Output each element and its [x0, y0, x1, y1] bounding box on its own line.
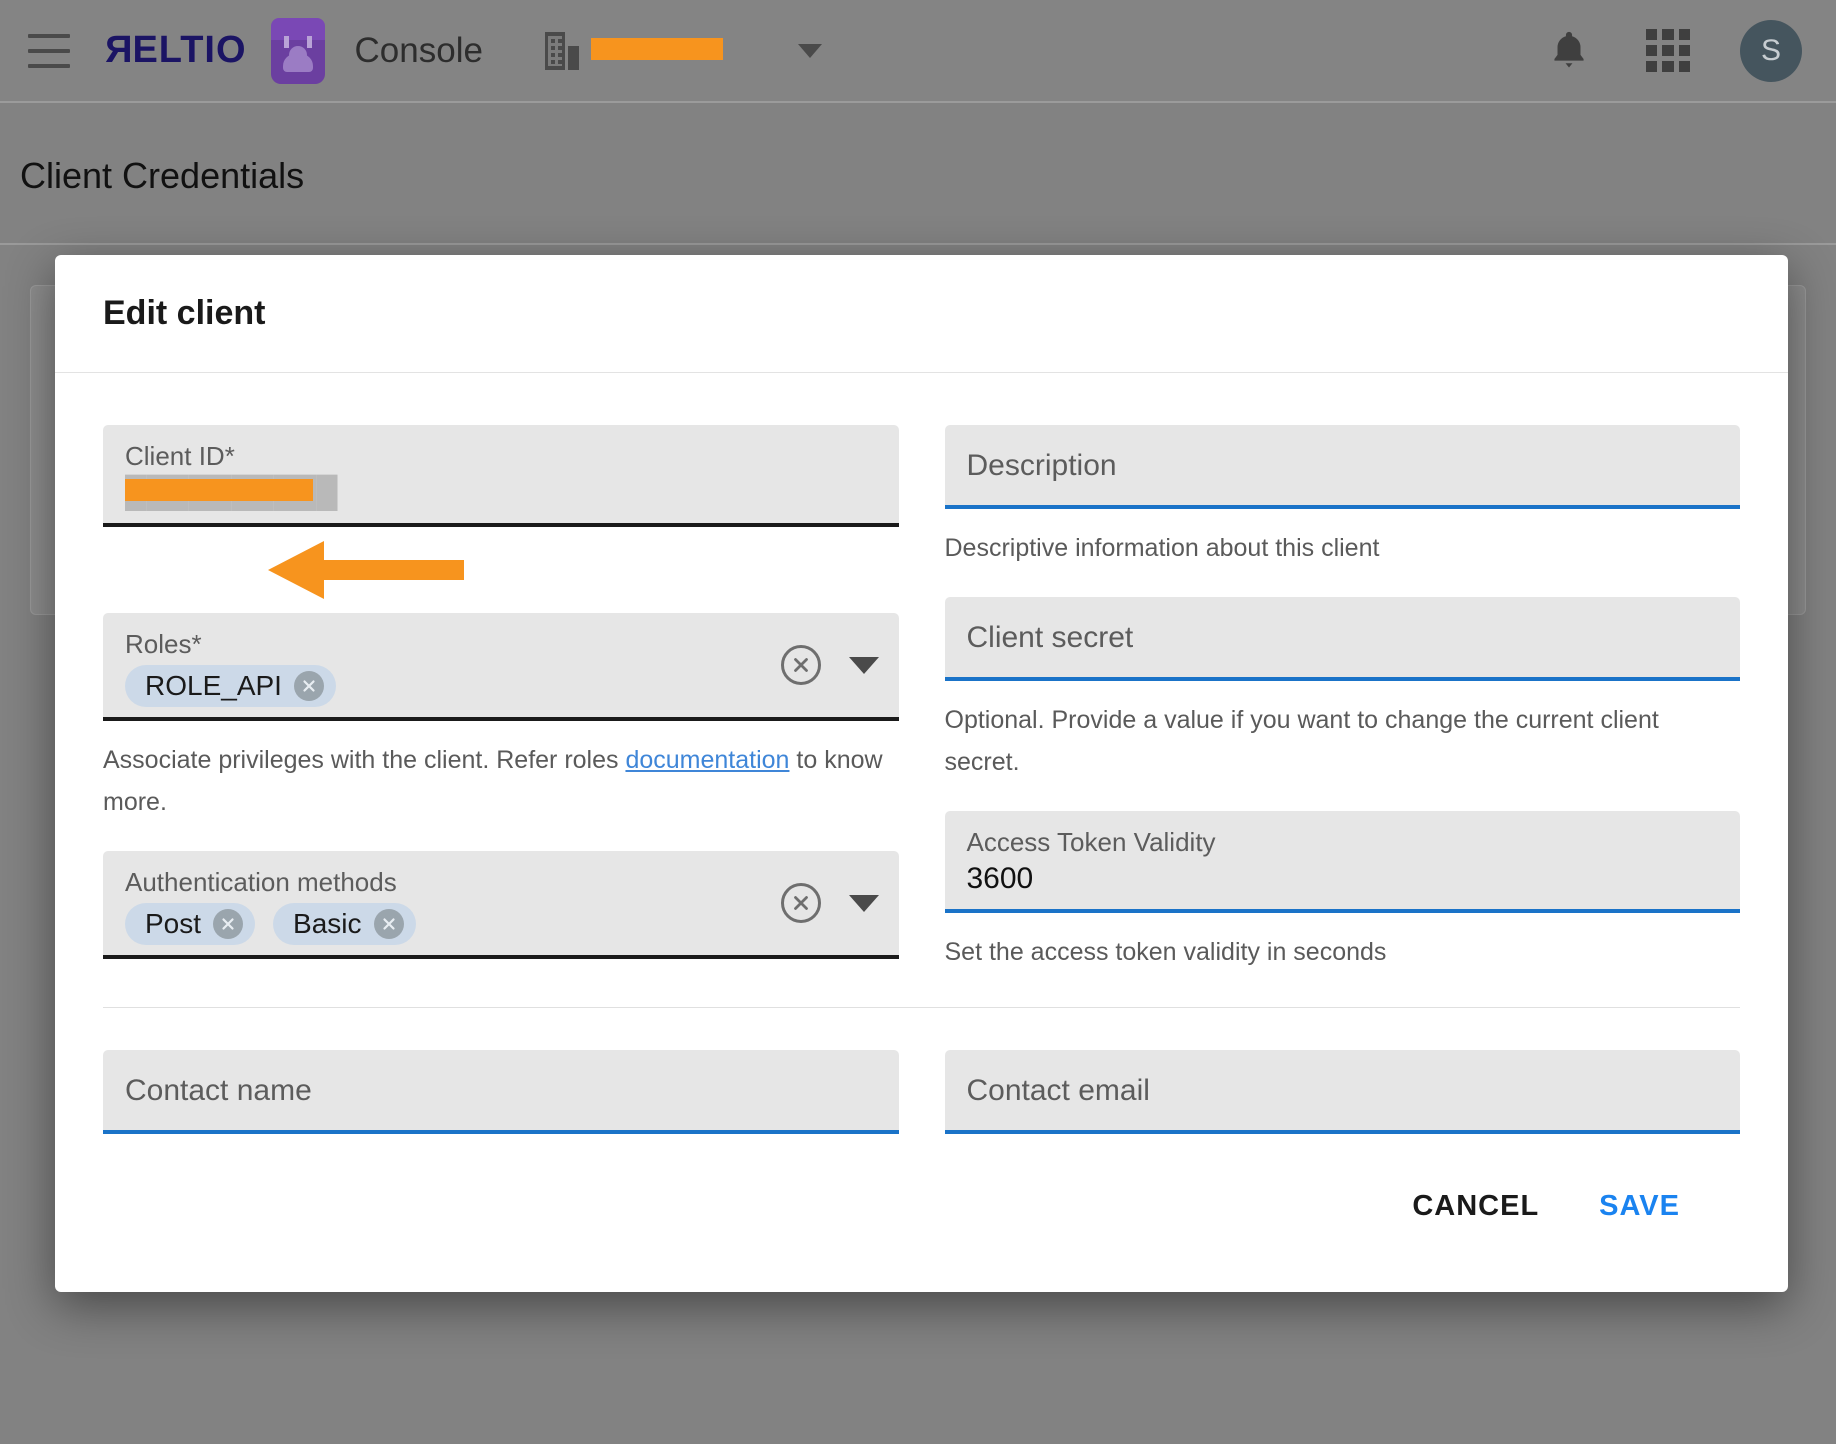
- auth-method-chip-label: Basic: [293, 908, 362, 939]
- client-id-input[interactable]: Client ID* ██████████: [103, 425, 899, 527]
- notifications-bell-icon[interactable]: [1546, 27, 1592, 75]
- tenant-redaction-bar: [590, 38, 723, 60]
- access-token-validity-helper-text: Set the access token validity in seconds: [944, 938, 1387, 966]
- roles-chip-label: ROLE_API: [145, 670, 282, 701]
- section-divider: [103, 1007, 1740, 1008]
- client-id-label: Client ID*: [125, 441, 235, 471]
- dropdown-triangle-icon[interactable]: [848, 656, 879, 674]
- clear-circle-x-icon[interactable]: [780, 645, 821, 685]
- roles-chip[interactable]: ROLE_API: [125, 665, 336, 707]
- cancel-button[interactable]: CANCEL: [1412, 1190, 1539, 1223]
- client-secret-placeholder: Client secret: [966, 621, 1134, 654]
- dialog-header: Edit client: [55, 255, 1788, 373]
- access-token-validity-value: 3600: [966, 862, 1034, 895]
- client-secret-input[interactable]: Client secret: [944, 597, 1740, 681]
- roles-helper-prefix: Associate privileges with the client. Re…: [103, 746, 626, 774]
- auth-method-chip[interactable]: Basic: [273, 903, 416, 945]
- client-id-value: ██████████: [125, 473, 877, 513]
- contact-name-placeholder: Contact name: [125, 1074, 312, 1107]
- edit-client-dialog: Edit client Client ID* ██████████: [55, 255, 1788, 1292]
- hamburger-menu-icon[interactable]: [28, 33, 70, 68]
- field-description: Description Descriptive information abou…: [944, 425, 1740, 569]
- description-placeholder: Description: [966, 449, 1117, 482]
- top-app-bar: RELTIO Console ████████: [0, 0, 1836, 103]
- field-roles: Roles* ROLE_API Associate privileges wit…: [103, 613, 899, 823]
- apps-grid-icon[interactable]: [1646, 28, 1690, 73]
- access-token-validity-label: Access Token Validity: [966, 827, 1216, 857]
- contact-name-input[interactable]: Contact name: [103, 1050, 899, 1134]
- field-auth-methods: Authentication methods Post Basic: [103, 851, 899, 959]
- field-access-token-validity: Access Token Validity 3600 Set the acces…: [944, 811, 1740, 973]
- roles-documentation-link[interactable]: documentation: [625, 746, 789, 774]
- roles-helper-text: Associate privileges with the client. Re…: [103, 739, 899, 823]
- brand-logo-text: ELTIO: [132, 29, 247, 71]
- roles-chips: ROLE_API: [125, 665, 877, 707]
- fields-grid: Client ID* ██████████ Roles*: [103, 425, 1740, 973]
- roles-field-actions: [780, 645, 879, 685]
- auth-methods-chips: Post Basic: [125, 903, 877, 945]
- auth-method-chip-remove-icon[interactable]: [213, 909, 244, 939]
- contact-email-input[interactable]: Contact email: [944, 1050, 1740, 1134]
- client-id-redaction-bar: [125, 479, 313, 501]
- contact-grid: Contact name Contact email: [103, 1050, 1740, 1134]
- access-token-validity-input[interactable]: Access Token Validity 3600: [944, 811, 1740, 913]
- reltio-logo: RELTIO: [104, 29, 247, 71]
- roles-input[interactable]: Roles* ROLE_API: [103, 613, 899, 721]
- contact-email-placeholder: Contact email: [966, 1074, 1150, 1107]
- field-contact-name: Contact name: [103, 1050, 899, 1134]
- left-column: Client ID* ██████████ Roles*: [103, 425, 899, 973]
- auth-methods-label: Authentication methods: [125, 867, 397, 897]
- description-helper-text: Descriptive information about this clien…: [944, 534, 1380, 562]
- dialog-body: Client ID* ██████████ Roles*: [55, 373, 1788, 1223]
- right-column: Description Descriptive information abou…: [944, 425, 1741, 973]
- avatar-initial: S: [1760, 33, 1781, 67]
- page-divider: [0, 243, 1836, 245]
- auth-method-chip-label: Post: [145, 908, 202, 939]
- field-contact-email: Contact email: [944, 1050, 1740, 1134]
- roles-label: Roles*: [125, 629, 202, 659]
- client-secret-helper-text: Optional. Provide a value if you want to…: [944, 706, 1659, 776]
- dropdown-triangle-icon[interactable]: [848, 894, 879, 912]
- dialog-footer: CANCEL SAVE: [103, 1134, 1740, 1223]
- auth-method-chip[interactable]: Post: [125, 903, 256, 945]
- field-client-secret: Client secret Optional. Provide a value …: [944, 597, 1740, 783]
- chevron-down-icon[interactable]: [798, 43, 823, 58]
- briefcase-cloud-icon: [267, 17, 329, 84]
- appbar-actions: S: [1546, 19, 1802, 82]
- avatar[interactable]: S: [1740, 19, 1802, 82]
- auth-methods-field-actions: [780, 883, 879, 923]
- auth-methods-input[interactable]: Authentication methods Post Basic: [103, 851, 899, 959]
- description-input[interactable]: Description: [944, 425, 1740, 509]
- save-button[interactable]: SAVE: [1599, 1190, 1680, 1223]
- clear-circle-x-icon[interactable]: [780, 883, 821, 923]
- tenant-name-label: ████████: [590, 32, 784, 69]
- product-name-label: Console: [354, 30, 483, 70]
- app-screen: RELTIO Console ████████: [0, 0, 1836, 1444]
- roles-chip-remove-icon[interactable]: [293, 671, 324, 701]
- dialog-title: Edit client: [103, 294, 266, 332]
- building-icon: [544, 31, 579, 70]
- tenant-selector[interactable]: ████████: [544, 31, 823, 70]
- page-title: Client Credentials: [20, 155, 305, 196]
- field-client-id: Client ID* ██████████: [103, 425, 899, 527]
- auth-method-chip-remove-icon[interactable]: [373, 909, 404, 939]
